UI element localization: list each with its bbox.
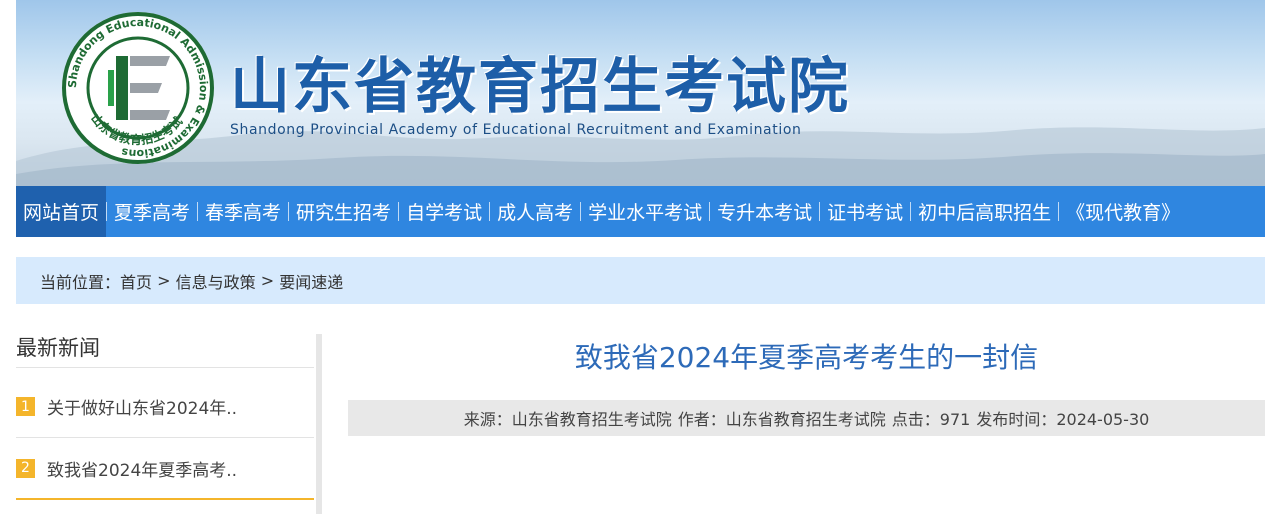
nav-item-graduate-exam[interactable]: 研究生招考 bbox=[289, 186, 398, 237]
meta-author-label: 作者： bbox=[677, 410, 726, 429]
sidebar-title: 最新新闻 bbox=[16, 334, 314, 368]
meta-clicks-value: 971 bbox=[939, 410, 971, 429]
site-subtitle: Shandong Provincial Academy of Education… bbox=[230, 122, 802, 138]
breadcrumb: 当前位置： 首页 > 信息与政策 > 要闻速递 bbox=[16, 257, 1265, 304]
breadcrumb-separator: > bbox=[152, 271, 176, 290]
nav-item-summer-gaokao[interactable]: 夏季高考 bbox=[107, 186, 197, 237]
meta-author-value: 山东省教育招生考试院 bbox=[725, 410, 886, 429]
article-title: 致我省2024年夏季高考考生的一封信 bbox=[574, 341, 1039, 374]
breadcrumb-news[interactable]: 要闻速递 bbox=[279, 269, 343, 293]
list-item[interactable]: 1 关于做好山东省2024年.. bbox=[16, 376, 314, 438]
news-link[interactable]: 关于做好山东省2024年.. bbox=[47, 394, 237, 419]
nav-item-modern-education[interactable]: 《现代教育》 bbox=[1059, 186, 1187, 237]
main-nav: 网站首页 夏季高考 春季高考 研究生招考 自学考试 成人高考 学业水平考试 专升… bbox=[16, 186, 1265, 237]
nav-item-proficiency-exam[interactable]: 学业水平考试 bbox=[581, 186, 709, 237]
nav-item-spring-gaokao[interactable]: 春季高考 bbox=[198, 186, 288, 237]
nav-item-home[interactable]: 网站首页 bbox=[16, 186, 107, 237]
meta-clicks-label: 点击： bbox=[891, 410, 940, 429]
news-rank-badge: 2 bbox=[16, 458, 35, 478]
nav-item-self-study-exam[interactable]: 自学考试 bbox=[399, 186, 489, 237]
list-item[interactable]: 2 致我省2024年夏季高考.. bbox=[16, 438, 314, 500]
nav-item-vocational-enrollment[interactable]: 初中后高职招生 bbox=[911, 186, 1058, 237]
meta-source: 来源：山东省教育招生考试院 bbox=[464, 406, 672, 430]
breadcrumb-info-policy[interactable]: 信息与政策 bbox=[176, 269, 256, 293]
meta-date: 发布时间：2024-05-30 bbox=[976, 406, 1149, 430]
breadcrumb-separator: > bbox=[255, 271, 280, 290]
breadcrumb-prefix: 当前位置： bbox=[40, 272, 121, 292]
meta-date-value: 2024-05-30 bbox=[1056, 410, 1150, 429]
meta-clicks: 点击：971 bbox=[892, 406, 971, 430]
header-banner: Shandong Educational Admission & Examina… bbox=[16, 0, 1265, 186]
article-meta: 来源：山东省教育招生考试院 作者：山东省教育招生考试院 点击：971 发布时间：… bbox=[348, 400, 1265, 436]
meta-author: 作者：山东省教育招生考试院 bbox=[678, 406, 886, 430]
site-title: 山东省教育招生考试院 bbox=[230, 52, 850, 122]
sidebar-latest-news: 最新新闻 1 关于做好山东省2024年.. 2 致我省2024年夏季高考.. bbox=[16, 334, 322, 514]
breadcrumb-home[interactable]: 首页 bbox=[120, 269, 152, 293]
sidebar-divider bbox=[316, 334, 322, 514]
meta-source-value: 山东省教育招生考试院 bbox=[511, 410, 672, 429]
nav-item-certificate-exam[interactable]: 证书考试 bbox=[820, 186, 910, 237]
nav-item-adult-exam[interactable]: 成人高考 bbox=[490, 186, 580, 237]
nav-item-upgrade-exam[interactable]: 专升本考试 bbox=[710, 186, 819, 237]
meta-source-label: 来源： bbox=[463, 410, 512, 429]
news-rank-badge: 1 bbox=[16, 397, 35, 416]
news-link[interactable]: 致我省2024年夏季高考.. bbox=[47, 456, 237, 481]
meta-date-label: 发布时间： bbox=[976, 410, 1057, 429]
site-logo[interactable]: Shandong Educational Admission & Examina… bbox=[60, 10, 216, 166]
